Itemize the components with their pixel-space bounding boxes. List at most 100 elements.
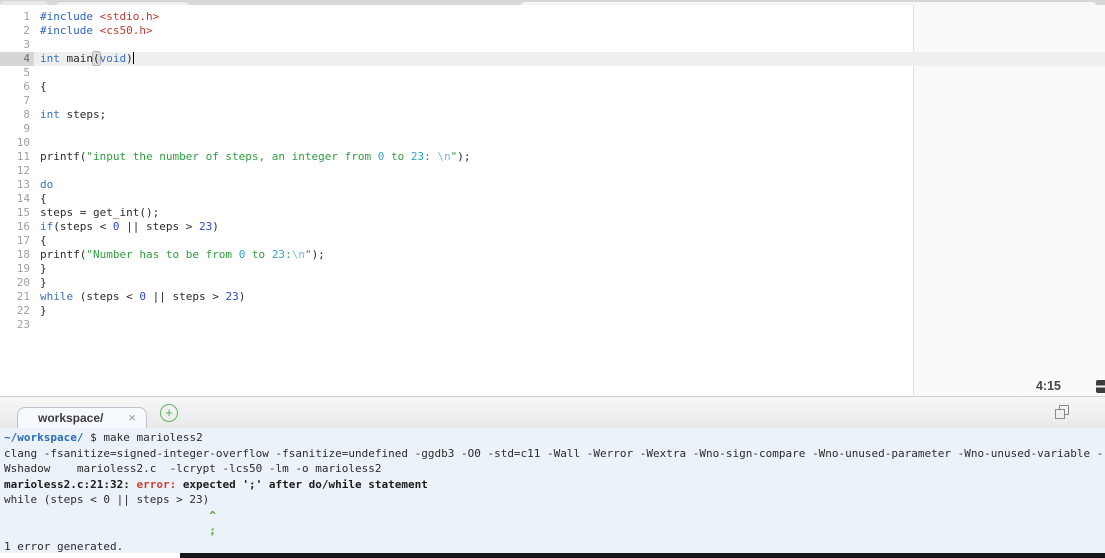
code-line[interactable]: 8 int steps;: [0, 108, 1105, 122]
code-token: (steps <: [53, 220, 113, 233]
code-token: "Number has to be from: [86, 248, 239, 261]
code-line[interactable]: 6{: [0, 80, 1105, 94]
code-token: <cs50.h>: [99, 24, 153, 37]
terminal-line: clang -fsanitize=signed-integer-overflow…: [4, 446, 1105, 462]
code-line[interactable]: 9: [0, 122, 1105, 136]
terminal-line: ^: [4, 508, 1105, 524]
code-line[interactable]: 16 if(steps < 0 || steps > 23): [0, 220, 1105, 234]
code-token: main: [59, 52, 93, 65]
code-text: {: [34, 192, 47, 206]
code-text: printf("Number has to be from 0 to 23:\n…: [34, 248, 325, 262]
code-line[interactable]: 2 #include <cs50.h>: [0, 24, 1105, 38]
code-line[interactable]: 23: [0, 318, 1105, 332]
line-number: 10: [16, 136, 30, 149]
code-line[interactable]: 13 do: [0, 178, 1105, 192]
statusbar-menu-icon[interactable]: [1096, 380, 1105, 393]
code-token: expected ';' after do/while statement: [182, 477, 428, 491]
line-number: 2: [23, 24, 30, 37]
code-token: while (steps < 0 || steps > 23): [4, 493, 210, 506]
code-token: );: [311, 248, 325, 261]
code-token: ;: [4, 524, 216, 537]
code-line[interactable]: 21 while (steps < 0 || steps > 23): [0, 290, 1105, 304]
terminal-line: ~/workspace/ $ make marioless2: [4, 430, 1105, 446]
code-token: ): [238, 290, 246, 303]
code-token: {: [40, 80, 47, 93]
code-line[interactable]: 12: [0, 164, 1105, 178]
code-token: 23: [225, 290, 239, 303]
code-line[interactable]: 7: [0, 94, 1105, 108]
console-tab-label: workspace/: [38, 411, 104, 425]
close-icon[interactable]: ×: [128, 408, 136, 428]
code-token: 0: [139, 290, 146, 303]
code-lines[interactable]: 1 #include <stdio.h> 2 #include <cs50.h> 3 4 i…: [0, 10, 1105, 332]
line-number: 5: [23, 66, 30, 79]
code-token: || steps >: [119, 220, 199, 233]
line-number: 15: [16, 206, 30, 219]
code-token: ^: [4, 508, 216, 522]
code-line[interactable]: 18 printf("Number has to be from 0 to 23:…: [0, 248, 1105, 262]
add-tab-button[interactable]: +: [160, 404, 178, 422]
terminal-output[interactable]: ~/workspace/ $ make marioless2 clang -fsa…: [0, 428, 1105, 553]
terminal-line: 1 error generated.: [4, 539, 1105, 554]
code-token: int: [40, 52, 60, 65]
code-text: {: [34, 234, 47, 248]
terminal-line: marioless2.c:21:32: error: expected ';' …: [4, 477, 1105, 493]
code-text: }: [34, 262, 47, 276]
line-number: 18: [16, 248, 30, 261]
code-token: 23: [410, 150, 425, 163]
code-line[interactable]: 19}: [0, 262, 1105, 276]
code-token: }: [40, 276, 47, 289]
code-text: #include <cs50.h>: [34, 24, 153, 38]
code-token: ~/workspace/: [4, 431, 84, 444]
restore-panel-icon[interactable]: [1055, 405, 1069, 419]
code-line[interactable]: 1 #include <stdio.h>: [0, 10, 1105, 24]
code-line[interactable]: 20}: [0, 276, 1105, 290]
line-number: 3: [23, 38, 30, 51]
code-line[interactable]: 4 int main(void): [0, 51, 1105, 66]
line-number: 13: [16, 178, 30, 191]
code-line[interactable]: 14 {: [0, 192, 1105, 206]
code-line[interactable]: 5: [0, 66, 1105, 80]
line-number: 6: [23, 80, 30, 93]
code-token: $ make marioless2: [83, 431, 203, 444]
code-token: :: [424, 150, 438, 163]
code-token: do: [40, 178, 54, 191]
line-number: 4: [0, 52, 34, 66]
line-number: 16: [16, 220, 30, 233]
code-token: }: [40, 304, 47, 317]
console-tab-bar: workspace/ × +: [0, 397, 1105, 428]
line-number: 22: [16, 304, 30, 317]
line-number: 17: [16, 234, 30, 247]
code-token: clang -fsanitize=signed-integer-overflow…: [4, 446, 1104, 460]
code-text: }: [34, 304, 47, 318]
code-text: int main(void): [34, 51, 134, 66]
code-text: {: [34, 80, 47, 94]
code-line[interactable]: 17 {: [0, 234, 1105, 248]
code-token: printf(: [40, 150, 87, 163]
code-token: }: [40, 262, 47, 275]
code-token: if: [40, 220, 54, 233]
code-text: steps = get_int();: [34, 206, 159, 220]
code-token: (steps <: [73, 290, 140, 303]
code-editor[interactable]: 1 #include <stdio.h> 2 #include <cs50.h> 3 4 i…: [0, 5, 1105, 397]
code-text: int steps;: [34, 108, 106, 122]
code-line[interactable]: 15 steps = get_int();: [0, 206, 1105, 220]
bottom-scrollbar[interactable]: [180, 553, 1105, 558]
code-token: to: [245, 248, 272, 261]
code-line[interactable]: 22}: [0, 304, 1105, 318]
code-line[interactable]: 3: [0, 38, 1105, 52]
terminal-line: ;: [4, 523, 1105, 539]
code-text: while (steps < 0 || steps > 23): [34, 290, 245, 304]
code-line[interactable]: 11 printf("input the number of steps, an …: [0, 150, 1105, 164]
code-line[interactable]: 10: [0, 136, 1105, 150]
code-token: );: [457, 150, 471, 163]
line-number: 23: [16, 318, 30, 331]
code-token: int: [40, 108, 60, 121]
code-token: Wshadow marioless2.c -lcrypt -lcs50 -lm …: [4, 462, 382, 475]
console-tab-workspace[interactable]: workspace/ ×: [17, 407, 147, 428]
code-token: :: [285, 248, 292, 261]
